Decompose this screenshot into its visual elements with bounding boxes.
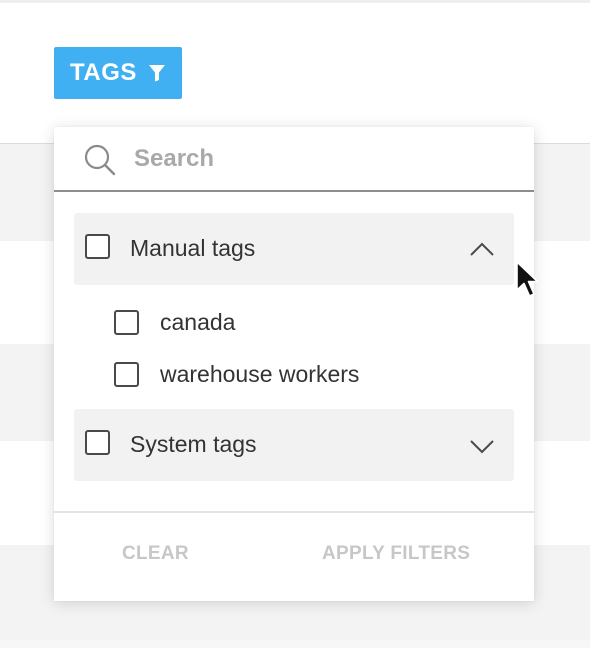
top-divider: [0, 0, 590, 3]
mouse-cursor-icon: [516, 261, 539, 297]
clear-button[interactable]: CLEAR: [122, 543, 189, 565]
search-input[interactable]: [134, 139, 514, 179]
chevron-up-icon[interactable]: [469, 237, 495, 263]
tags-filter-dropdown: Manual tags canada warehouse workers Sys…: [54, 127, 534, 601]
tag-label: warehouse workers: [160, 361, 360, 387]
tag-label: canada: [160, 309, 236, 335]
bottom-divider: [0, 640, 590, 648]
search-bar: [54, 127, 534, 192]
tag-item-warehouse-workers[interactable]: warehouse workers: [114, 355, 494, 395]
apply-filters-button[interactable]: APPLY FILTERS: [322, 543, 470, 565]
manual-tags-checkbox[interactable]: [85, 234, 110, 259]
tag-checkbox[interactable]: [114, 310, 139, 335]
filter-icon: [148, 65, 165, 82]
tag-item-canada[interactable]: canada: [114, 303, 494, 343]
group-label: Manual tags: [130, 235, 256, 261]
tag-checkbox[interactable]: [114, 362, 139, 387]
group-header-manual-tags[interactable]: Manual tags: [74, 213, 514, 285]
tags-filter-button[interactable]: TAGS: [54, 47, 182, 99]
dropdown-footer: CLEAR APPLY FILTERS: [54, 511, 534, 601]
group-label: System tags: [130, 431, 257, 457]
chevron-down-icon[interactable]: [469, 433, 495, 459]
page: TAGS Manual tags canada warehouse work: [0, 0, 590, 648]
search-icon: [84, 144, 116, 176]
group-header-system-tags[interactable]: System tags: [74, 409, 514, 481]
system-tags-checkbox[interactable]: [85, 430, 110, 455]
tags-button-label: TAGS: [70, 59, 137, 86]
